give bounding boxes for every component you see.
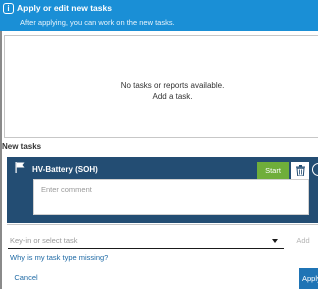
dialog-subtitle: After applying, you can work on the new … (20, 18, 175, 27)
trash-icon (295, 165, 305, 176)
task-select-placeholder: Key-in or select task (10, 236, 78, 245)
delete-button[interactable] (291, 162, 309, 179)
dialog-header: i Apply or edit new tasks After applying… (0, 0, 318, 31)
empty-state-line-2: Add a task. (152, 92, 193, 101)
task-select-input[interactable]: Key-in or select task (8, 232, 284, 249)
existing-tasks-panel: No tasks or reports available. Add a tas… (4, 35, 318, 138)
add-task-button[interactable]: Add (288, 233, 318, 248)
task-card: HV-Battery (SOH) Start Enter comment (7, 157, 320, 223)
apply-button[interactable]: Apply (299, 268, 318, 289)
start-button[interactable]: Start (257, 162, 289, 179)
more-icon[interactable] (312, 163, 320, 176)
cancel-button[interactable]: Cancel (6, 268, 46, 287)
empty-state: No tasks or reports available. Add a tas… (5, 80, 318, 102)
new-tasks-heading: New tasks (2, 142, 42, 151)
task-type-missing-link[interactable]: Why is my task type missing? (10, 253, 108, 262)
info-icon: i (3, 3, 14, 14)
comment-field[interactable]: Enter comment (33, 179, 309, 215)
task-title: HV-Battery (SOH) (32, 165, 98, 174)
dropdown-caret-icon[interactable] (272, 239, 278, 243)
flag-icon (15, 162, 25, 173)
divider (7, 224, 318, 225)
empty-state-line-1: No tasks or reports available. (120, 81, 225, 90)
dialog-title: Apply or edit new tasks (17, 3, 112, 13)
comment-placeholder: Enter comment (41, 185, 92, 194)
